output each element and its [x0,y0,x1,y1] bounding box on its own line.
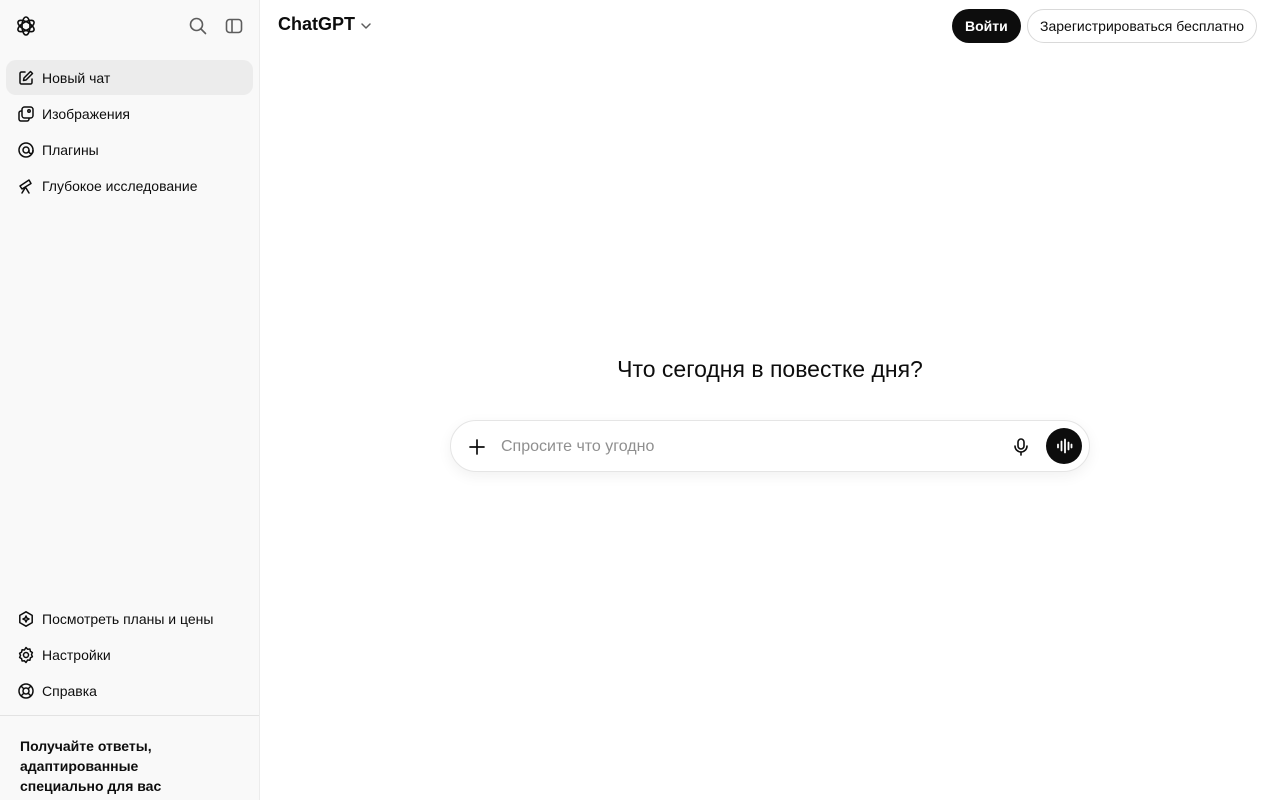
sidebar-item-help[interactable]: Справка [6,673,253,708]
sidebar-item-deep-research[interactable]: Глубокое исследование [6,168,253,203]
plans-icon [16,609,36,629]
plugins-icon [16,140,36,160]
sidebar-item-new-chat[interactable]: Новый чат [6,60,253,95]
sidebar-item-plans[interactable]: Посмотреть планы и цены [6,601,253,636]
telescope-icon [16,176,36,196]
search-icon[interactable] [186,14,210,38]
sidebar-item-label: Справка [42,682,97,699]
sidebar-item-plugins[interactable]: Плагины [6,132,253,167]
microphone-icon[interactable] [1009,435,1033,459]
openai-logo-icon[interactable] [14,14,38,38]
prompt-input[interactable] [501,431,981,463]
sidebar-item-label: Плагины [42,141,99,158]
model-name: ChatGPT [278,14,356,34]
model-switcher[interactable]: ChatGPT [278,14,373,35]
sidebar-header [0,0,259,52]
sidebar-item-label: Глубокое исследование [42,177,198,194]
composer [450,420,1090,472]
sidebar-divider [0,715,259,716]
help-icon [16,681,36,701]
plus-icon[interactable] [465,435,489,459]
sidebar-bottom-nav: Посмотреть планы и цены Настройки Справк… [6,601,253,709]
voice-mode-button[interactable] [1046,428,1082,464]
sidebar-promo: Получайте ответы, адаптированные специал… [20,738,162,794]
gear-icon [16,645,36,665]
signup-button[interactable]: Зарегистрироваться бесплатно [1027,9,1258,43]
edit-icon [16,68,36,88]
sidebar-toggle-icon[interactable] [222,14,246,38]
sidebar-nav: Новый чат Изображения Плагины Глубокое и… [6,60,253,204]
sidebar-item-label: Новый чат [42,69,111,86]
sidebar-item-label: Изображения [42,105,130,122]
chevron-down-icon [359,19,373,33]
page-title: Что сегодня в повестке дня? [617,356,923,382]
login-button[interactable]: Войти [952,9,1021,43]
sidebar-item-settings[interactable]: Настройки [6,637,253,672]
sidebar-item-images[interactable]: Изображения [6,96,253,131]
images-icon [16,104,36,124]
waveform-icon [1055,437,1073,455]
sidebar-item-label: Настройки [42,646,111,663]
top-bar: ChatGPT Войти Зарегистрироваться бесплат… [260,0,1280,52]
sidebar-item-label: Посмотреть планы и цены [42,610,214,627]
sidebar: Новый чат Изображения Плагины Глубокое и… [0,0,260,800]
